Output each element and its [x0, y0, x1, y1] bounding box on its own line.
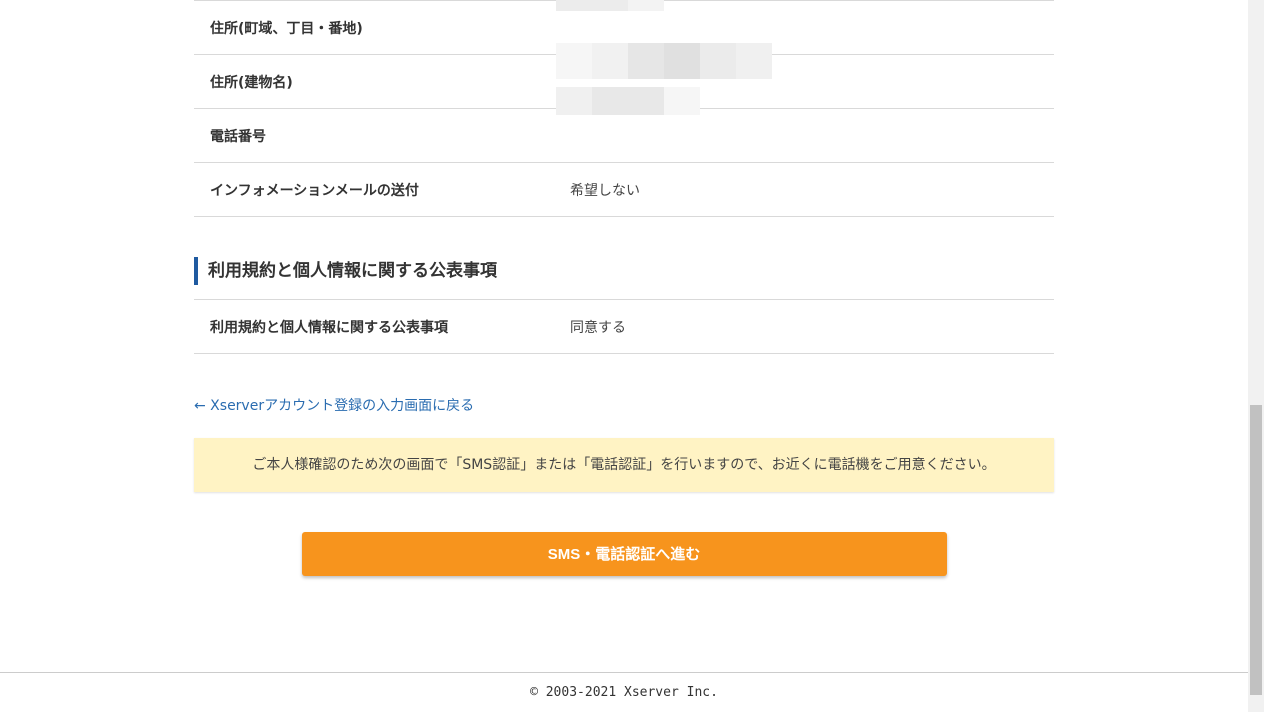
redacted-value [556, 87, 700, 115]
row-label-address-street: 住所(町域、丁目・番地) [210, 20, 363, 37]
proceed-sms-auth-button[interactable]: SMS・電話認証へ進む [301, 532, 947, 576]
redacted-value [556, 43, 772, 79]
vertical-scrollbar[interactable] [1248, 0, 1264, 712]
scrollbar-thumb[interactable] [1250, 405, 1262, 695]
terms-table: 利用規約と個人情報に関する公表事項 同意する [194, 299, 1054, 354]
page: 住所(町域、丁目・番地) 住所(建物名) 電話番号 インフォメーションメールの送… [0, 0, 1248, 712]
section-heading-terms: 利用規約と個人情報に関する公表事項 [194, 257, 1054, 285]
row-value-info-mail: 希望しない [570, 182, 640, 199]
sms-notice-banner: ご本人様確認のため次の画面で「SMS認証」または「電話認証」を行いますので、お近… [194, 438, 1054, 492]
table-row: 電話番号 [194, 87, 1054, 163]
footer-copyright: © 2003-2021 Xserver Inc. [0, 672, 1248, 712]
account-info-table: 住所(町域、丁目・番地) 住所(建物名) 電話番号 インフォメーションメールの送… [194, 0, 1054, 217]
confirmation-content: 住所(町域、丁目・番地) 住所(建物名) 電話番号 インフォメーションメールの送… [194, 0, 1054, 576]
back-to-input-link[interactable]: ← Xserverアカウント登録の入力画面に戻る [194, 396, 1054, 416]
redacted-value [556, 0, 664, 11]
row-value-phone [554, 87, 1054, 163]
cta-container: SMS・電話認証へ進む [194, 532, 1054, 576]
table-row: インフォメーションメールの送付 希望しない [194, 163, 1054, 217]
row-value-terms: 同意する [570, 319, 626, 336]
table-row: 利用規約と個人情報に関する公表事項 同意する [194, 300, 1054, 354]
row-label-terms: 利用規約と個人情報に関する公表事項 [210, 319, 448, 336]
row-label-info-mail: インフォメーションメールの送付 [210, 182, 419, 199]
row-label-phone: 電話番号 [210, 128, 266, 145]
row-label-address-building: 住所(建物名) [210, 74, 293, 91]
